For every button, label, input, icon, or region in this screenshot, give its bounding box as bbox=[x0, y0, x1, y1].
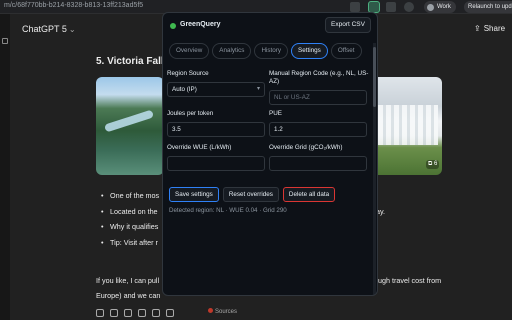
manual-region-field: Manual Region Code (e.g., NL, US-AZ) NL … bbox=[269, 70, 369, 105]
pue-field: PUE 1.2 bbox=[269, 110, 367, 137]
wue-input[interactable] bbox=[167, 156, 265, 171]
address-bar[interactable]: m/c/68f770bb-b214-8328-b813-13ff213ad5f5 bbox=[4, 2, 143, 9]
source-favicon-icon bbox=[208, 308, 213, 313]
images-icon: ⧉ bbox=[428, 161, 433, 167]
message-actions bbox=[96, 309, 174, 317]
list-item: One of the mos bbox=[100, 188, 164, 204]
bullet-list: One of the mos Located on the Why it qua… bbox=[100, 188, 164, 250]
pue-input[interactable]: 1.2 bbox=[269, 122, 367, 137]
thumbs-up-icon[interactable] bbox=[110, 309, 118, 317]
popup-title: GreenQuery bbox=[180, 21, 221, 28]
region-source-field: Region Source Auto (IP) ▾ bbox=[167, 70, 265, 97]
model-selector[interactable]: ChatGPT 5 ⌄ bbox=[22, 24, 76, 34]
sidebar-toggle-icon[interactable] bbox=[2, 38, 8, 44]
region-source-select[interactable]: Auto (IP) ▾ bbox=[167, 82, 265, 97]
pue-label: PUE bbox=[269, 110, 282, 117]
speaker-icon[interactable] bbox=[138, 309, 146, 317]
tab-settings[interactable]: Settings bbox=[291, 43, 328, 59]
extensions-puzzle-icon[interactable] bbox=[386, 2, 396, 12]
extension-icon[interactable] bbox=[350, 2, 360, 12]
paragraph-line: Europe) and we can bbox=[96, 291, 161, 300]
share-icon: ⇪ bbox=[474, 24, 481, 33]
detected-region-text: Detected region: NL · WUE 0.04 · Grid 29… bbox=[169, 207, 287, 214]
joules-input[interactable]: 3.5 bbox=[167, 122, 265, 137]
share-label: Share bbox=[483, 24, 506, 33]
list-item: Why it qualifies bbox=[100, 219, 164, 235]
list-item: Tip: Visit after r bbox=[100, 235, 164, 251]
chevron-down-icon: ⌄ bbox=[68, 25, 76, 34]
tab-history[interactable]: History bbox=[254, 43, 289, 59]
list-item: Located on the bbox=[100, 204, 164, 220]
save-settings-button[interactable]: Save settings bbox=[169, 187, 219, 202]
leaf-icon bbox=[170, 23, 176, 29]
popup-tabs: Overview Analytics History Settings Offs… bbox=[169, 43, 362, 59]
tab-offset[interactable]: Offset bbox=[330, 43, 362, 59]
share-button[interactable]: ⇪ Share bbox=[474, 24, 505, 33]
joules-label: Joules per token bbox=[167, 110, 214, 117]
export-csv-button[interactable]: Export CSV bbox=[325, 17, 371, 33]
wue-field: Override WUE (L/kWh) bbox=[167, 144, 265, 171]
delete-all-data-button[interactable]: Delete all data bbox=[282, 187, 336, 202]
manual-region-label: Manual Region Code (e.g., NL, US-AZ) bbox=[269, 70, 369, 85]
sources-button[interactable]: Sources bbox=[208, 308, 237, 315]
share-message-icon[interactable] bbox=[152, 309, 160, 317]
popup-scrollbar[interactable] bbox=[373, 43, 376, 295]
relaunch-button[interactable]: Relaunch to update bbox=[464, 1, 512, 13]
greenquery-popup: GreenQuery Export CSV Overview Analytics… bbox=[162, 12, 378, 296]
scrollbar-thumb[interactable] bbox=[373, 47, 376, 107]
settings-actions: Save settings Reset overrides Delete all… bbox=[169, 187, 336, 202]
region-source-value: Auto (IP) bbox=[172, 86, 197, 93]
river-shape bbox=[103, 109, 155, 133]
falls-shape bbox=[378, 105, 438, 145]
tab-analytics[interactable]: Analytics bbox=[212, 43, 252, 59]
profile-avatar-icon bbox=[427, 3, 434, 11]
thumbs-down-icon[interactable] bbox=[124, 309, 132, 317]
grid-input[interactable] bbox=[269, 156, 367, 171]
image-count: 6 bbox=[433, 161, 438, 167]
copy-icon[interactable] bbox=[96, 309, 104, 317]
chevron-down-icon: ▾ bbox=[256, 86, 260, 92]
paragraph-line: If you like, I can pull bbox=[96, 276, 160, 285]
account-icon[interactable] bbox=[404, 2, 414, 12]
victoria-falls-aerial-image[interactable] bbox=[96, 77, 164, 175]
tab-overview[interactable]: Overview bbox=[169, 43, 210, 59]
manual-region-input[interactable]: NL or US-AZ bbox=[269, 90, 367, 105]
grid-field: Override Grid (gCO₂/kWh) bbox=[269, 144, 367, 171]
sources-label: Sources bbox=[215, 309, 238, 315]
wue-label: Override WUE (L/kWh) bbox=[167, 144, 232, 151]
joules-field: Joules per token 3.5 bbox=[167, 110, 265, 137]
region-source-label: Region Source bbox=[167, 70, 209, 77]
regenerate-icon[interactable] bbox=[166, 309, 174, 317]
reset-overrides-button[interactable]: Reset overrides bbox=[222, 187, 279, 202]
profile-label: Work bbox=[437, 4, 451, 10]
sidebar-rail bbox=[0, 14, 10, 320]
paragraph-line: ugh travel cost from bbox=[378, 276, 442, 285]
popup-header: GreenQuery Export CSV bbox=[163, 13, 377, 39]
grid-label: Override Grid (gCO₂/kWh) bbox=[269, 144, 343, 151]
image-count-badge[interactable]: ⧉ 6 bbox=[426, 160, 440, 169]
model-name: ChatGPT 5 bbox=[22, 24, 67, 34]
profile-button[interactable]: Work bbox=[424, 1, 456, 13]
